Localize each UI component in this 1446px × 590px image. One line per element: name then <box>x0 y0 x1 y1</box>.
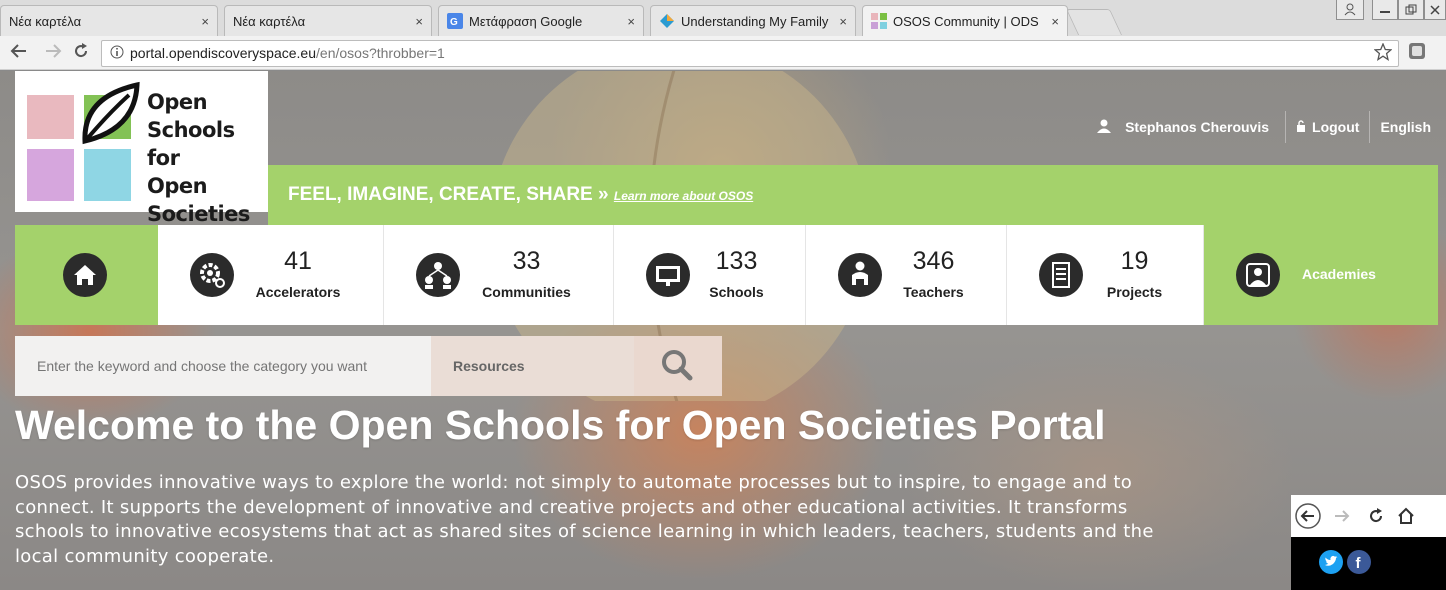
minimize-icon[interactable] <box>1372 0 1398 20</box>
lock-icon <box>1296 119 1306 135</box>
accelerators-gear-icon <box>190 253 234 297</box>
facebook-icon[interactable]: f <box>1347 550 1371 579</box>
page-title: Welcome to the Open Schools for Open Soc… <box>15 402 1106 448</box>
url-path: /en/osos?throbber=1 <box>316 45 445 61</box>
mini-forward-icon[interactable] <box>1333 507 1351 530</box>
tagline-bar: FEEL, IMAGINE, CREATE, SHARE » Learn mor… <box>268 165 1438 225</box>
stat-label: Schools <box>709 284 764 300</box>
twitter-icon[interactable] <box>1319 550 1343 579</box>
academies-icon <box>1236 253 1280 297</box>
academies-label: Academies <box>1302 266 1376 282</box>
stat-projects[interactable]: 19 Projects <box>1007 225 1204 325</box>
stat-label: Teachers <box>903 284 964 300</box>
tab-close-icon[interactable]: × <box>201 14 209 29</box>
info-icon[interactable] <box>110 42 124 67</box>
logo-line: Schools for <box>147 118 235 170</box>
leaf-icon <box>82 81 140 145</box>
user-icon <box>1097 119 1112 136</box>
logo-line: Open <box>147 90 208 114</box>
browser-tab-bar: Νέα καρτέλα × Νέα καρτέλα × G Μετάφραση … <box>0 0 1446 36</box>
site-favicon-icon <box>659 13 675 29</box>
logo-square-pink <box>27 95 74 139</box>
tab-title: OSOS Community | ODS <box>893 13 1039 29</box>
home-icon <box>63 253 107 297</box>
page-hero: Open Schools for Open Societies Stephano… <box>0 71 1446 590</box>
stat-label: Projects <box>1106 284 1163 300</box>
bookmark-star-icon[interactable] <box>1373 42 1393 66</box>
close-window-icon[interactable] <box>1424 0 1446 20</box>
stat-number: 346 <box>912 247 955 275</box>
communities-people-icon <box>416 253 460 297</box>
user-name-link[interactable]: Stephanos Cherouvis <box>1125 119 1269 135</box>
new-tab-button[interactable] <box>1065 9 1123 35</box>
browser-toolbar: portal.opendiscoveryspace.eu/en/osos?thr… <box>0 36 1446 70</box>
url-host: portal.opendiscoveryspace.eu <box>130 45 317 61</box>
extension-icon[interactable] <box>1408 42 1426 65</box>
logo-line: Societies <box>147 202 250 226</box>
logo-wordmark: Open Schools for Open Societies <box>147 88 268 228</box>
logo-square-purple <box>27 149 74 201</box>
browser-tab-understanding[interactable]: Understanding My Family × <box>650 5 856 36</box>
logo-square-blue <box>84 149 131 201</box>
stats-bar: 41 Accelerators 33 Communities 133 Schoo… <box>15 225 1438 325</box>
divider <box>1285 111 1287 143</box>
back-arrow-icon[interactable] <box>10 42 28 65</box>
search-input[interactable] <box>15 336 431 396</box>
tab-close-icon[interactable]: × <box>1051 14 1059 29</box>
stat-schools[interactable]: 133 Schools <box>614 225 806 325</box>
stat-number: 19 <box>1120 247 1149 275</box>
intro-paragraph: OSOS provides innovative ways to explore… <box>15 472 1154 567</box>
stat-label: Communities <box>482 284 571 300</box>
stat-communities[interactable]: 33 Communities <box>384 225 614 325</box>
projects-list-icon <box>1039 253 1083 297</box>
svg-text:G: G <box>450 17 458 28</box>
logout-link[interactable]: Logout <box>1312 119 1359 135</box>
tab-close-icon[interactable]: × <box>627 14 635 29</box>
floating-mini-toolbar: f <box>1291 495 1446 590</box>
browser-tab-google-translate[interactable]: G Μετάφραση Google × <box>438 5 644 36</box>
tab-title: Μετάφραση Google <box>469 13 583 29</box>
logo-line: Open <box>147 174 208 198</box>
google-translate-icon: G <box>447 13 463 29</box>
stat-accelerators[interactable]: 41 Accelerators <box>158 225 384 325</box>
stat-number: 33 <box>512 247 541 275</box>
home-button[interactable] <box>15 225 158 325</box>
schools-board-icon <box>646 253 690 297</box>
address-bar[interactable]: portal.opendiscoveryspace.eu/en/osos?thr… <box>101 40 1399 67</box>
tab-title: Νέα καρτέλα <box>233 13 306 29</box>
divider <box>1369 111 1371 143</box>
browser-tab-2[interactable]: Νέα καρτέλα × <box>224 5 432 36</box>
mini-back-icon[interactable] <box>1295 503 1321 534</box>
browser-tab-1[interactable]: Νέα καρτέλα × <box>0 5 218 36</box>
learn-more-link[interactable]: Learn more about OSOS <box>614 189 753 203</box>
tagline-text: FEEL, IMAGINE, CREATE, SHARE » <box>288 184 609 205</box>
reload-icon[interactable] <box>72 42 90 65</box>
tab-title: Understanding My Family <box>681 13 829 29</box>
search-bar: Resources <box>15 336 722 396</box>
tab-close-icon[interactable]: × <box>415 14 423 29</box>
tab-title: Νέα καρτέλα <box>9 13 82 29</box>
stat-label: Accelerators <box>255 284 341 300</box>
academies-button[interactable]: Academies <box>1204 225 1438 325</box>
category-select[interactable]: Resources <box>431 336 634 396</box>
mini-home-icon[interactable] <box>1397 507 1415 530</box>
forward-arrow-icon[interactable] <box>44 42 62 65</box>
stat-number: 41 <box>284 247 312 275</box>
browser-tab-osos[interactable]: OSOS Community | ODS × <box>862 5 1068 36</box>
mini-reload-icon[interactable] <box>1367 507 1385 530</box>
tab-close-icon[interactable]: × <box>839 14 847 29</box>
stat-teachers[interactable]: 346 Teachers <box>806 225 1007 325</box>
stat-number: 133 <box>715 247 758 275</box>
mini-nav-bar <box>1291 495 1446 537</box>
restore-icon[interactable] <box>1398 0 1424 20</box>
social-links: f <box>1291 537 1446 590</box>
search-icon <box>662 350 693 381</box>
language-selector[interactable]: English <box>1380 119 1431 135</box>
osos-favicon-icon <box>871 13 887 29</box>
user-bar: Stephanos Cherouvis Logout English <box>1097 111 1431 143</box>
search-button[interactable] <box>634 336 722 396</box>
profile-icon[interactable] <box>1336 0 1364 20</box>
teacher-icon <box>838 253 882 297</box>
osos-logo[interactable]: Open Schools for Open Societies <box>15 71 268 226</box>
